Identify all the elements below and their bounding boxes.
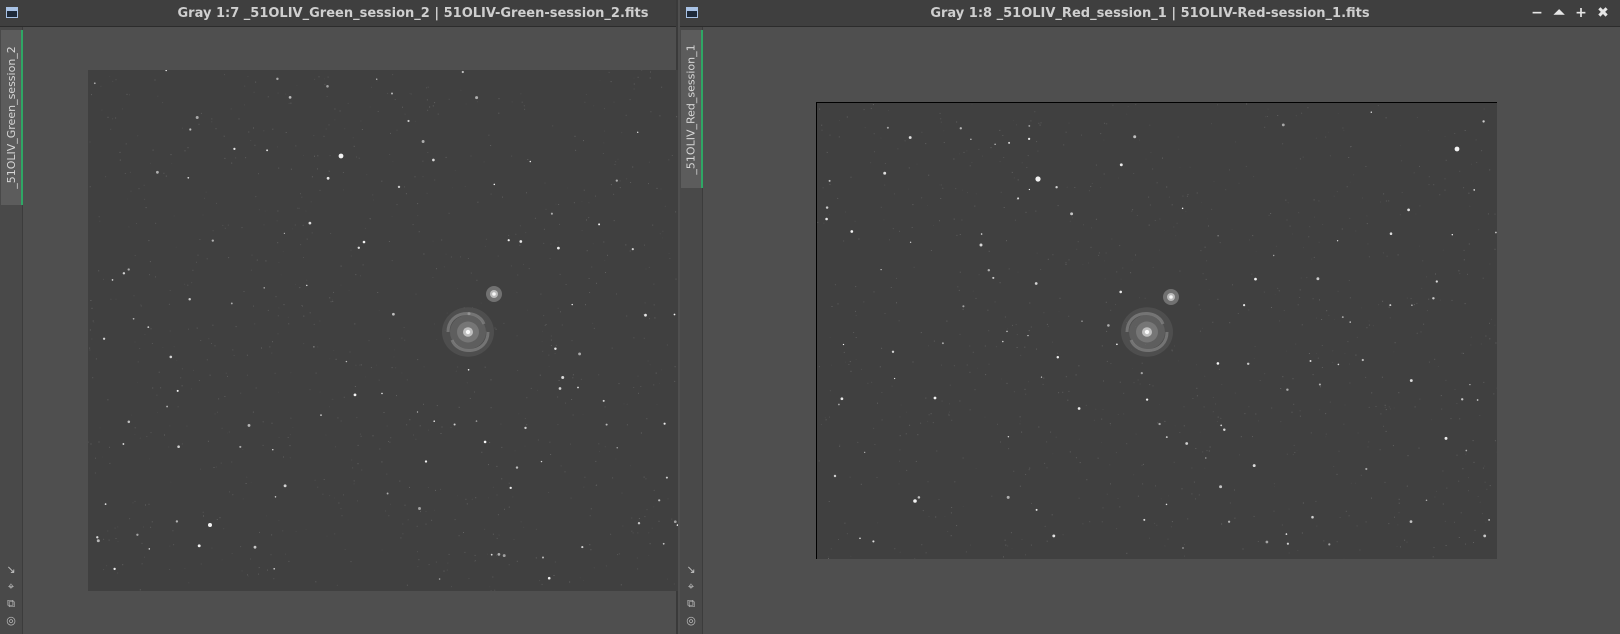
window-title: Gray 1:8 _51OLIV_Red_session_1 | 51OLIV-…: [930, 5, 1370, 21]
target-icon[interactable]: ◎: [684, 614, 698, 628]
astro-image-red: [817, 103, 1497, 559]
crosshair-icon[interactable]: ⌖: [684, 580, 698, 594]
image-canvas-green[interactable]: [88, 70, 678, 591]
view-tab-label: _51OLIV_Red_session_1: [684, 43, 698, 175]
window-icon[interactable]: [686, 7, 698, 18]
shade-icon[interactable]: ⏶: [1552, 5, 1566, 21]
view-tab-green[interactable]: _51OLIV_Green_session_2: [1, 30, 23, 205]
sidebar-buttons: ↘ ⌖ ⧉ ◎: [684, 563, 698, 628]
titlebar-green[interactable]: Gray 1:7 _51OLIV_Green_session_2 | 51OLI…: [0, 0, 676, 27]
close-icon[interactable]: ✖: [1596, 5, 1610, 21]
minimize-icon[interactable]: −: [1530, 5, 1544, 21]
image-canvas-red[interactable]: [816, 102, 1497, 559]
view-tab-red[interactable]: _51OLIV_Red_session_1: [681, 30, 703, 188]
arrow-icon[interactable]: ↘: [4, 563, 18, 577]
window-icon[interactable]: [6, 7, 18, 18]
copy-icon[interactable]: ⧉: [684, 597, 698, 611]
sidebar-buttons: ↘ ⌖ ⧉ ◎: [4, 563, 18, 628]
window-controls: − ⏶ + ✖: [1530, 5, 1610, 21]
crosshair-icon[interactable]: ⌖: [4, 580, 18, 594]
view-sidebar: _51OLIV_Red_session_1 ↘ ⌖ ⧉ ◎: [680, 27, 703, 634]
image-window-green[interactable]: Gray 1:7 _51OLIV_Green_session_2 | 51OLI…: [0, 0, 678, 634]
window-title: Gray 1:7 _51OLIV_Green_session_2 | 51OLI…: [177, 5, 649, 21]
target-icon[interactable]: ◎: [4, 614, 18, 628]
astro-image-green: [88, 70, 678, 591]
copy-icon[interactable]: ⧉: [4, 597, 18, 611]
titlebar-red[interactable]: Gray 1:8 _51OLIV_Red_session_1 | 51OLIV-…: [680, 0, 1620, 27]
arrow-icon[interactable]: ↘: [684, 563, 698, 577]
maximize-icon[interactable]: +: [1574, 5, 1588, 21]
view-sidebar: _51OLIV_Green_session_2 ↘ ⌖ ⧉ ◎: [0, 27, 23, 634]
view-tab-label: _51OLIV_Green_session_2: [4, 46, 18, 189]
